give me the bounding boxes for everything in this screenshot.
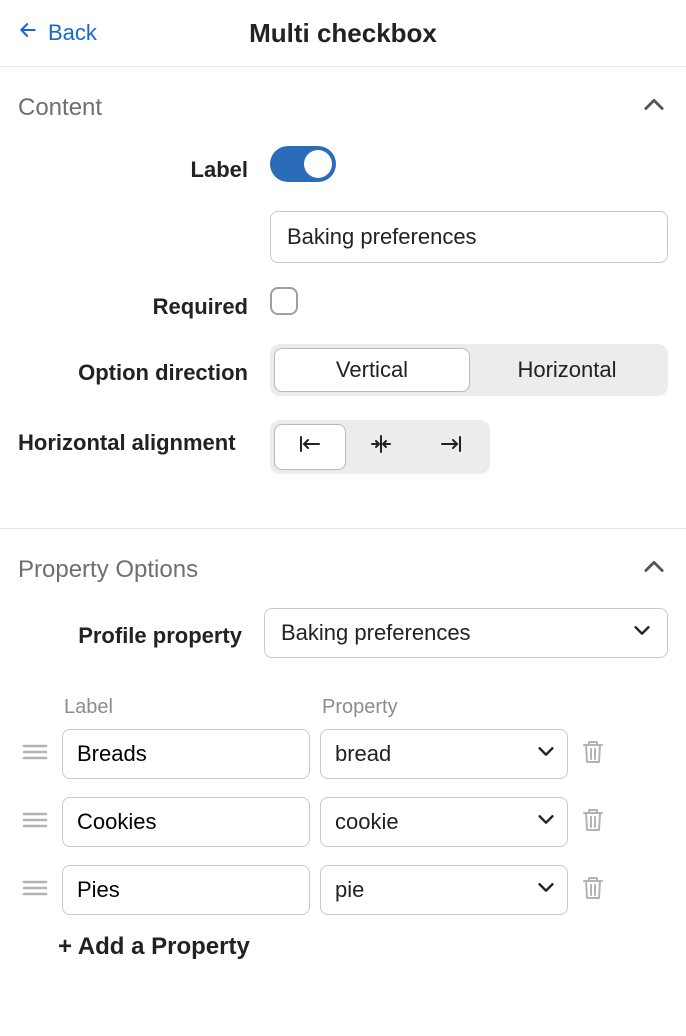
- section-title-property-options: Property Options: [18, 556, 198, 584]
- option-property-dropdown[interactable]: pie: [320, 865, 568, 915]
- delete-option-button[interactable]: [578, 875, 608, 906]
- align-right-button[interactable]: [416, 424, 486, 470]
- back-arrow-icon: [18, 20, 38, 46]
- chevron-down-icon: [631, 619, 653, 647]
- label-toggle[interactable]: [270, 146, 336, 182]
- option-row: bread: [18, 729, 668, 779]
- delete-option-button[interactable]: [578, 739, 608, 770]
- option-property-value: bread: [335, 741, 391, 767]
- toggle-knob: [304, 150, 332, 178]
- chevron-up-icon: [640, 553, 668, 586]
- add-property-button[interactable]: + Add a Property: [18, 933, 668, 961]
- option-direction-horizontal[interactable]: Horizontal: [470, 348, 664, 392]
- horizontal-alignment-label: Horizontal alignment: [18, 420, 248, 459]
- horizontal-alignment-segment: [270, 420, 490, 474]
- drag-icon: [21, 741, 49, 768]
- column-header-label: Label: [64, 696, 322, 719]
- drag-handle[interactable]: [18, 741, 52, 768]
- align-left-icon: [297, 433, 323, 461]
- page-title: Multi checkbox: [0, 18, 686, 49]
- section-toggle-property-options[interactable]: Property Options: [0, 529, 686, 608]
- chevron-down-icon: [535, 808, 557, 836]
- required-field-label: Required: [18, 288, 248, 320]
- align-left-button[interactable]: [274, 424, 346, 470]
- required-checkbox[interactable]: [270, 287, 298, 315]
- chevron-up-icon: [640, 91, 668, 124]
- align-center-icon: [368, 433, 394, 461]
- drag-icon: [21, 877, 49, 904]
- option-direction-vertical[interactable]: Vertical: [274, 348, 470, 392]
- section-title-content: Content: [18, 94, 102, 122]
- label-text-input[interactable]: [270, 211, 668, 263]
- drag-icon: [21, 809, 49, 836]
- label-field-label: Label: [18, 151, 248, 183]
- profile-property-value: Baking preferences: [281, 620, 471, 646]
- option-direction-segment: Vertical Horizontal: [270, 344, 668, 396]
- back-button[interactable]: Back: [18, 20, 97, 46]
- option-property-value: cookie: [335, 809, 399, 835]
- delete-option-button[interactable]: [578, 807, 608, 838]
- drag-handle[interactable]: [18, 809, 52, 836]
- option-row: pie: [18, 865, 668, 915]
- drag-handle[interactable]: [18, 877, 52, 904]
- option-direction-label: Option direction: [18, 354, 248, 386]
- option-property-dropdown[interactable]: bread: [320, 729, 568, 779]
- align-center-button[interactable]: [346, 424, 416, 470]
- option-property-dropdown[interactable]: cookie: [320, 797, 568, 847]
- trash-icon: [581, 739, 605, 770]
- option-property-value: pie: [335, 877, 364, 903]
- option-label-input[interactable]: [62, 797, 310, 847]
- option-label-input[interactable]: [62, 729, 310, 779]
- trash-icon: [581, 875, 605, 906]
- option-label-input[interactable]: [62, 865, 310, 915]
- profile-property-label: Profile property: [18, 617, 242, 649]
- align-right-icon: [438, 433, 464, 461]
- option-row: cookie: [18, 797, 668, 847]
- chevron-down-icon: [535, 740, 557, 768]
- profile-property-dropdown[interactable]: Baking preferences: [264, 608, 668, 658]
- chevron-down-icon: [535, 876, 557, 904]
- back-label: Back: [48, 20, 97, 46]
- section-toggle-content[interactable]: Content: [0, 67, 686, 146]
- options-column-headers: Label Property: [18, 696, 668, 719]
- column-header-property: Property: [322, 696, 668, 719]
- trash-icon: [581, 807, 605, 838]
